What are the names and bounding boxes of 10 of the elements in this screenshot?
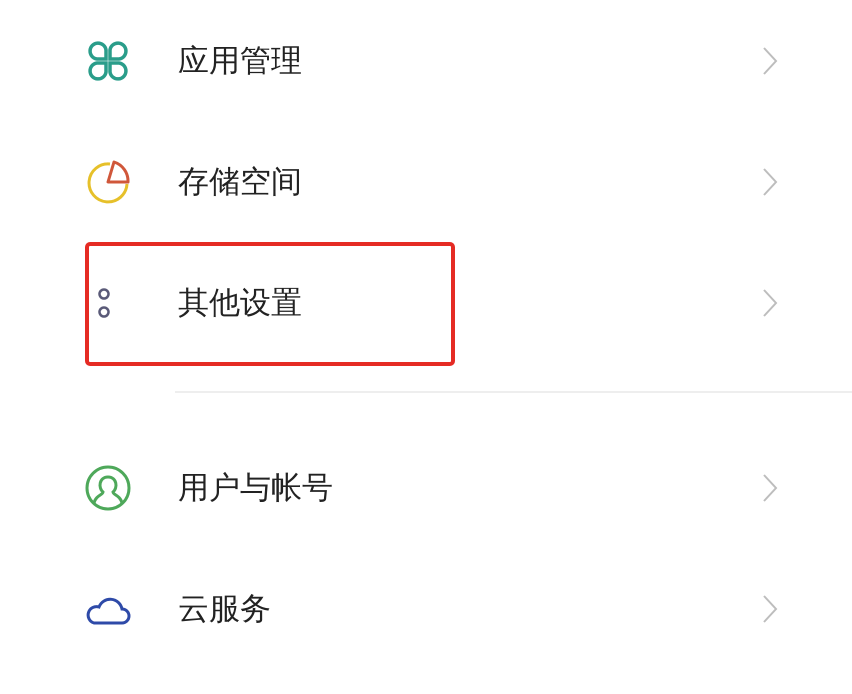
settings-item[interactable]: 存储空间 bbox=[0, 121, 852, 242]
settings-item[interactable]: 用户与帐号 bbox=[0, 427, 852, 548]
settings-item[interactable]: 其他设置 bbox=[0, 242, 852, 363]
settings-item[interactable]: 应用管理 bbox=[0, 0, 852, 121]
item-label: 用户与帐号 bbox=[178, 468, 334, 508]
item-label: 云服务 bbox=[178, 590, 272, 628]
settings-item[interactable]: 云服务 bbox=[0, 548, 852, 669]
item-label: 应用管理 bbox=[178, 42, 303, 80]
item-label: 其他设置 bbox=[178, 284, 303, 322]
item-label: 存储空间 bbox=[178, 162, 303, 202]
